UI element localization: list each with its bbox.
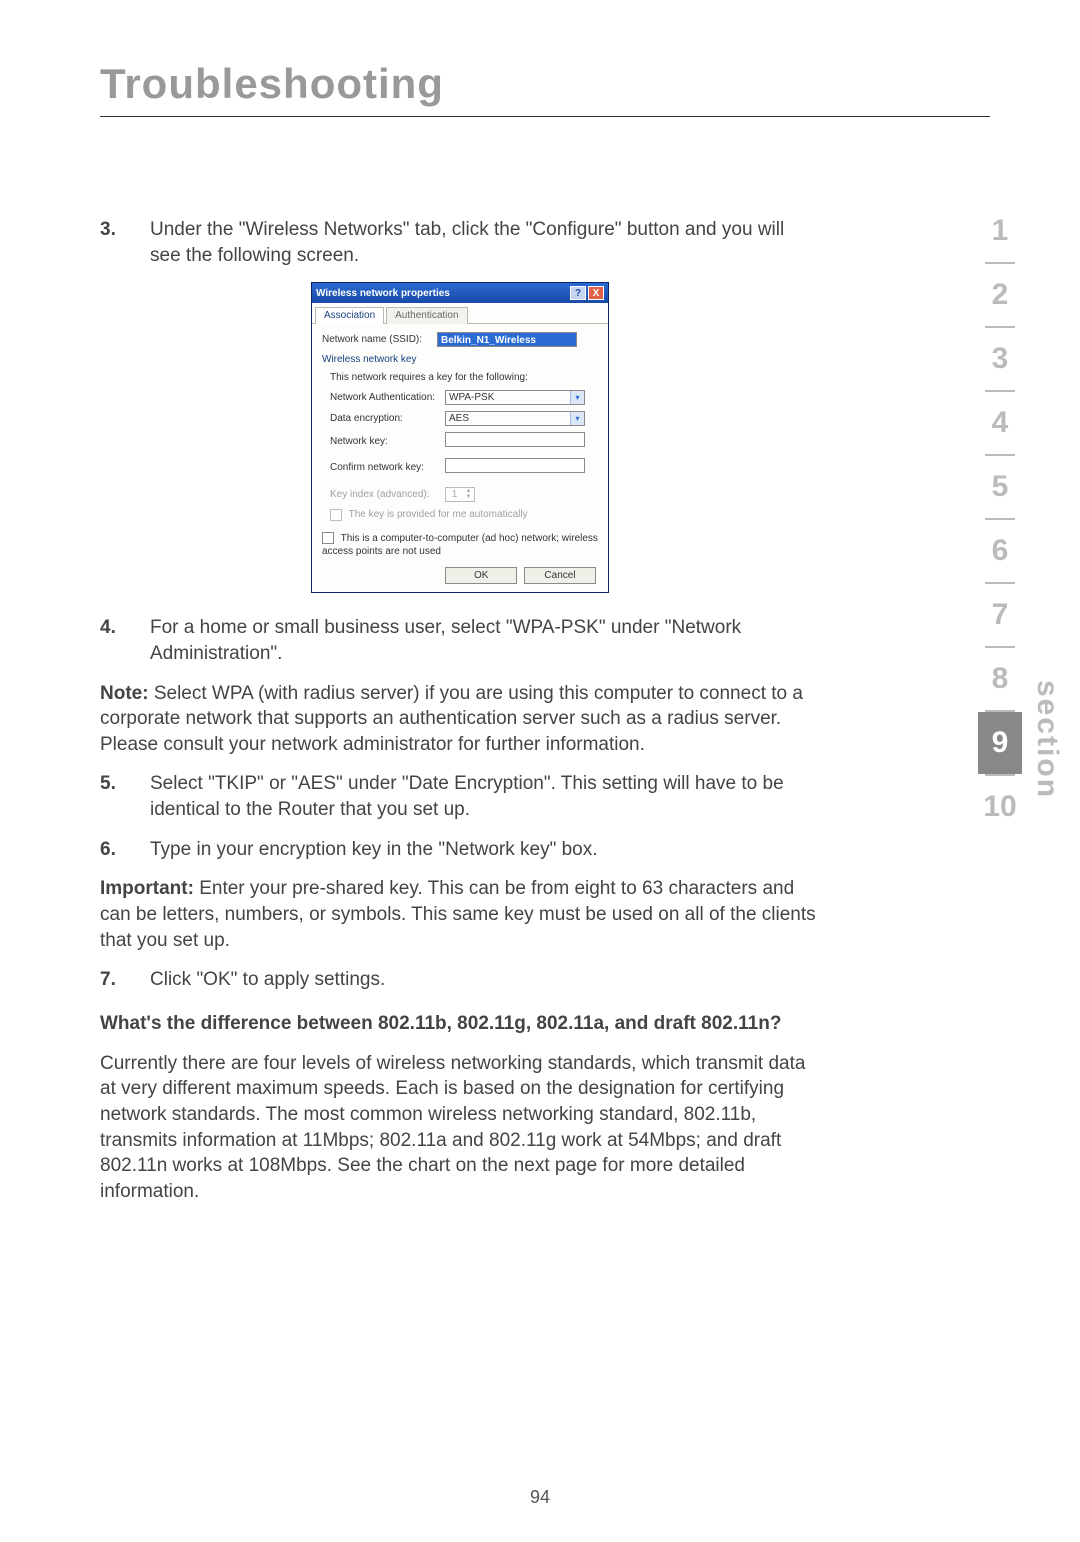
section-nav-8[interactable]: 8 (978, 648, 1022, 710)
key-index-spinner: 1 ▲▼ (445, 487, 475, 502)
step-7: 7. Click "OK" to apply settings. (100, 967, 820, 993)
step-6-text: Type in your encryption key in the "Netw… (150, 837, 820, 863)
section-nav-7[interactable]: 7 (978, 584, 1022, 646)
step-7-number: 7. (100, 967, 150, 993)
dialog-body: Network name (SSID): Belkin_N1_Wireless … (312, 324, 608, 593)
section-nav-1[interactable]: 1 (978, 200, 1022, 262)
tab-authentication[interactable]: Authentication (386, 307, 467, 324)
important-text: Enter your pre-shared key. This can be f… (100, 878, 816, 950)
wireless-properties-dialog: Wireless network properties ? X Associat… (311, 282, 609, 593)
dialog-tabs: Association Authentication (312, 303, 608, 324)
help-button[interactable]: ? (570, 286, 586, 300)
section-nav-4[interactable]: 4 (978, 392, 1022, 454)
auth-select[interactable]: WPA-PSK ▾ (445, 390, 585, 405)
step-7-text: Click "OK" to apply settings. (150, 967, 820, 993)
dialog-titlebar: Wireless network properties ? X (312, 283, 608, 303)
page-title: Troubleshooting (100, 60, 990, 108)
network-key-input[interactable] (445, 432, 585, 447)
chevron-down-icon: ▾ (570, 391, 584, 404)
key-index-value: 1 (446, 488, 463, 501)
step-3-text: Under the "Wireless Networks" tab, click… (150, 217, 820, 268)
wireless-key-sub: This network requires a key for the foll… (330, 371, 598, 385)
confirm-key-input[interactable] (445, 458, 585, 473)
key-index-label: Key index (advanced): (330, 488, 445, 502)
note-text: Select WPA (with radius server) if you a… (100, 683, 803, 755)
network-key-label: Network key: (330, 435, 445, 449)
chevron-down-icon: ▾ (570, 412, 584, 425)
enc-label: Data encryption: (330, 412, 445, 426)
enc-select[interactable]: AES ▾ (445, 411, 585, 426)
important-label: Important: (100, 878, 194, 899)
step-6-number: 6. (100, 837, 150, 863)
section-nav-9[interactable]: 9 (978, 712, 1022, 774)
section-nav-5[interactable]: 5 (978, 456, 1022, 518)
note-paragraph: Note: Select WPA (with radius server) if… (100, 681, 820, 758)
spinner-down-icon: ▼ (463, 494, 474, 500)
adhoc-label: This is a computer-to-computer (ad hoc) … (322, 533, 598, 558)
step-5-number: 5. (100, 771, 150, 822)
content-area: 3. Under the "Wireless Networks" tab, cl… (100, 217, 820, 1204)
important-paragraph: Important: Enter your pre-shared key. Th… (100, 876, 820, 953)
step-5-text: Select "TKIP" or "AES" under "Date Encry… (150, 771, 820, 822)
section-nav-3[interactable]: 3 (978, 328, 1022, 390)
step-6: 6. Type in your encryption key in the "N… (100, 837, 820, 863)
ssid-label: Network name (SSID): (322, 333, 437, 347)
auth-value: WPA-PSK (446, 391, 570, 404)
subheading: What's the difference between 802.11b, 8… (100, 1011, 820, 1037)
note-label: Note: (100, 683, 149, 704)
cancel-button[interactable]: Cancel (524, 567, 596, 585)
step-4: 4. For a home or small business user, se… (100, 615, 820, 666)
step-3: 3. Under the "Wireless Networks" tab, cl… (100, 217, 820, 268)
title-rule (100, 116, 990, 117)
dialog-title-text: Wireless network properties (316, 287, 568, 301)
page-number: 94 (0, 1487, 1080, 1508)
enc-value: AES (446, 412, 570, 425)
step-4-number: 4. (100, 615, 150, 666)
auth-label: Network Authentication: (330, 391, 445, 405)
auto-key-checkbox (330, 509, 342, 521)
body-paragraph: Currently there are four levels of wirel… (100, 1051, 820, 1205)
confirm-key-label: Confirm network key: (330, 461, 445, 475)
ok-button[interactable]: OK (445, 567, 517, 585)
close-button[interactable]: X (588, 286, 604, 300)
section-nav-6[interactable]: 6 (978, 520, 1022, 582)
step-5: 5. Select "TKIP" or "AES" under "Date En… (100, 771, 820, 822)
adhoc-checkbox[interactable] (322, 532, 334, 544)
dialog-figure: Wireless network properties ? X Associat… (100, 282, 820, 593)
wireless-key-header: Wireless network key (322, 353, 598, 367)
section-nav: 1 2 3 4 5 6 7 8 9 10 (978, 200, 1022, 838)
auto-key-label: The key is provided for me automatically (349, 509, 528, 520)
section-nav-2[interactable]: 2 (978, 264, 1022, 326)
tab-association[interactable]: Association (315, 307, 384, 324)
ssid-input[interactable]: Belkin_N1_Wireless (437, 332, 577, 347)
step-4-text: For a home or small business user, selec… (150, 615, 820, 666)
step-3-number: 3. (100, 217, 150, 268)
section-nav-10[interactable]: 10 (978, 776, 1022, 838)
section-label: section (1030, 680, 1064, 799)
